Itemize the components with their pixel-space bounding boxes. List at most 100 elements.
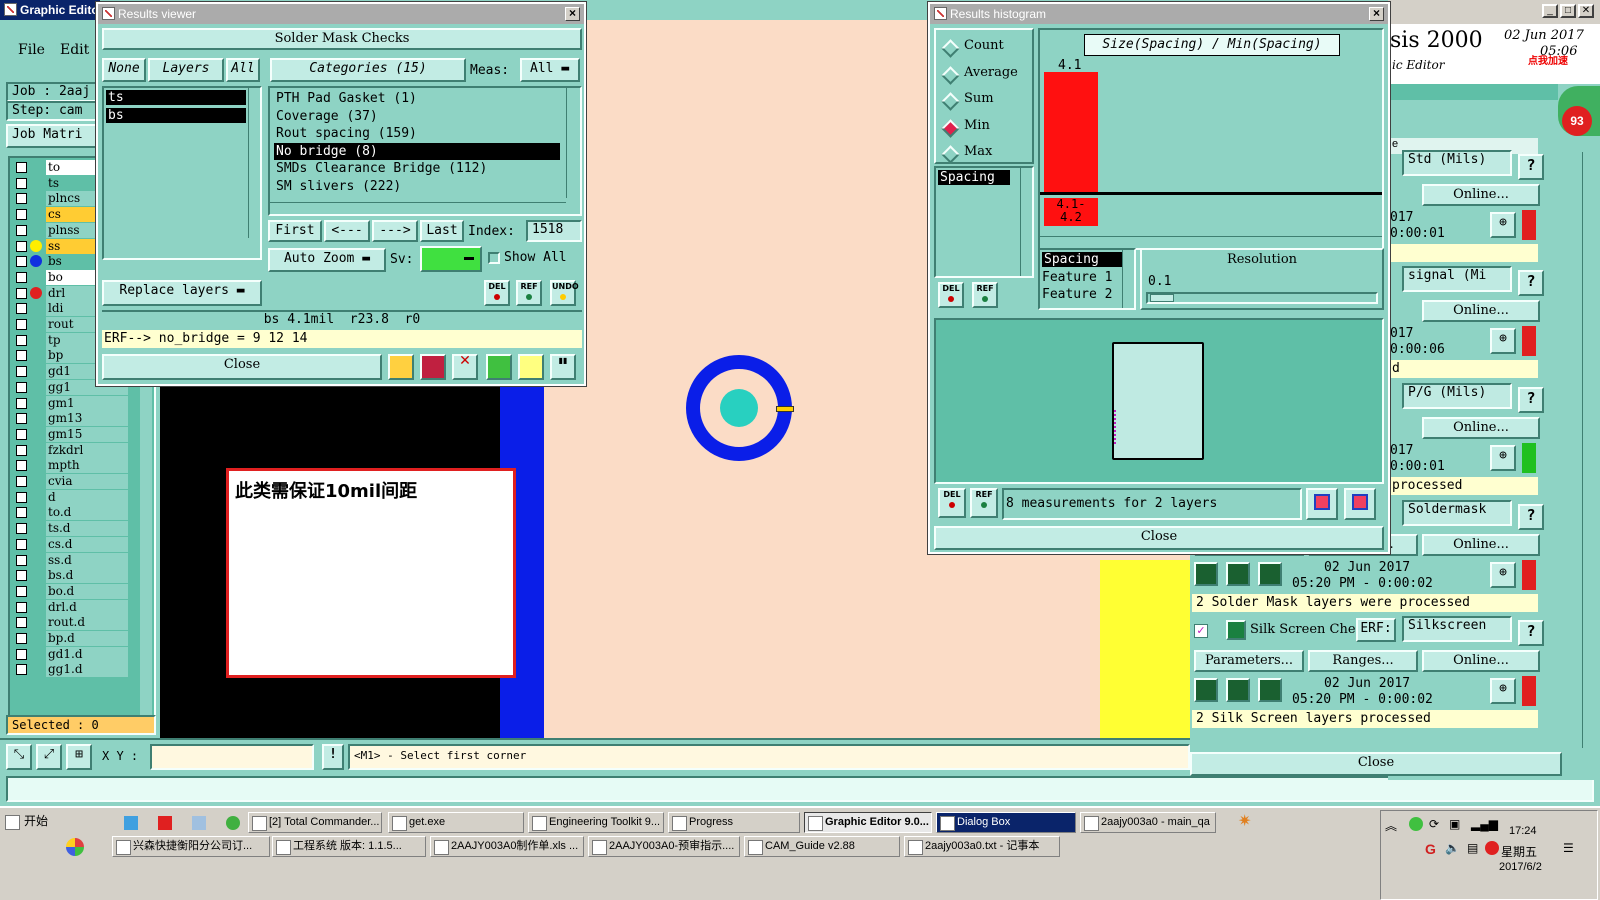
tray-security-icon[interactable] xyxy=(1485,841,1499,855)
layer-checkbox[interactable] xyxy=(16,507,27,519)
taskbar-item[interactable]: 兴森快捷衡阳分公司订... xyxy=(112,836,270,857)
tray-refresh-icon[interactable]: ⟳ xyxy=(1429,817,1439,831)
job-matrix-button[interactable]: Job Matri xyxy=(6,124,100,148)
index-input[interactable]: 1518 xyxy=(526,220,582,242)
layer-row[interactable]: gg1.d xyxy=(12,662,128,678)
layer-checkbox[interactable] xyxy=(16,617,27,629)
tray-network-icon[interactable]: ▤ xyxy=(1467,841,1478,855)
resolution-slider-thumb[interactable] xyxy=(1150,294,1174,302)
close-icon[interactable]: ✕ xyxy=(1578,4,1594,18)
layer-row[interactable]: drl.d xyxy=(12,599,128,615)
zoom-in-icon[interactable]: ⊕ xyxy=(1490,562,1516,588)
auto-zoom-select[interactable]: Auto Zoom ▬ xyxy=(268,248,386,272)
results-viewer-close-button[interactable]: Close xyxy=(102,354,382,380)
preview-reference-icon[interactable]: REF xyxy=(970,488,998,518)
taskbar-item[interactable]: get.exe xyxy=(388,812,524,833)
layer-checkbox[interactable] xyxy=(16,428,27,440)
layer-checkbox[interactable] xyxy=(16,633,27,644)
layer-row[interactable]: ss.d xyxy=(12,552,128,568)
cancel-icon[interactable]: ✕ xyxy=(452,354,478,380)
results-viewer-titlebar[interactable]: Results viewer × xyxy=(98,4,584,24)
stat-radio[interactable] xyxy=(941,65,960,85)
run-icon[interactable] xyxy=(1258,678,1282,702)
minimize-icon[interactable]: _ xyxy=(1542,4,1558,18)
category-item[interactable]: Coverage (37) xyxy=(274,108,560,125)
layer-checkbox[interactable] xyxy=(16,413,27,425)
run-icon[interactable] xyxy=(1226,678,1250,702)
zoom-out-icon[interactable]: ⤢ xyxy=(36,744,62,770)
stat-radio[interactable] xyxy=(941,92,960,111)
layer-checkbox[interactable] xyxy=(16,538,27,550)
category-item[interactable]: SM slivers (222) xyxy=(274,178,560,195)
layer-checkbox[interactable] xyxy=(16,664,27,676)
command-line[interactable] xyxy=(6,776,1594,802)
taskbar-item[interactable]: [2] Total Commander... xyxy=(248,812,382,833)
layer-row[interactable]: bp.d xyxy=(12,631,128,646)
layer-checkbox[interactable] xyxy=(16,162,27,173)
help-button[interactable]: ? xyxy=(1518,504,1544,530)
histogram-titlebar[interactable]: Results histogram × xyxy=(930,4,1388,24)
taskbar-item[interactable]: 2AAJY003A0制作单.xls ... xyxy=(430,836,584,857)
help-button[interactable]: ? xyxy=(1518,270,1544,296)
category-item[interactable]: No bridge (8) xyxy=(274,142,560,160)
histogram-delete-icon[interactable]: DEL xyxy=(938,282,964,308)
layer-row[interactable]: bo.d xyxy=(12,583,128,599)
histogram-list-scrollbar[interactable] xyxy=(1020,168,1032,276)
xy-input[interactable] xyxy=(150,744,314,770)
chart-hscrollbar[interactable] xyxy=(1040,236,1382,248)
category-item[interactable]: Rout spacing (159) xyxy=(274,125,560,142)
menu-file[interactable]: File xyxy=(18,42,45,58)
layer-results-scrollbar[interactable] xyxy=(248,88,260,238)
preview-delete-icon[interactable]: DEL xyxy=(938,488,966,518)
category-item[interactable]: PTH Pad Gasket (1) xyxy=(274,90,560,107)
layer-checkbox[interactable] xyxy=(16,570,27,582)
start-button[interactable]: 开始 xyxy=(2,812,58,833)
help-button[interactable]: ? xyxy=(1518,620,1544,646)
all-layers-button[interactable]: All xyxy=(226,58,260,82)
zoom-in-icon[interactable]: ⊕ xyxy=(1490,328,1516,354)
last-button[interactable]: Last xyxy=(420,220,464,242)
layer-checkbox[interactable] xyxy=(16,444,27,456)
star-icon[interactable]: ✷ xyxy=(1238,814,1256,832)
online-button[interactable]: Online... xyxy=(1422,184,1540,206)
taskbar-item[interactable]: 2aajy003a0 - main_qa xyxy=(1080,812,1216,833)
menu-edit[interactable]: Edit xyxy=(60,42,89,58)
undo-icon[interactable]: UNDO xyxy=(550,280,579,306)
histogram-list-item[interactable]: Spacing xyxy=(938,170,1010,185)
layer-row[interactable]: bs.d xyxy=(12,568,128,584)
layer-checkbox[interactable] xyxy=(16,554,27,566)
sv-color-select[interactable]: ▬ xyxy=(420,246,482,272)
histogram-list[interactable]: Spacing xyxy=(934,166,1034,278)
layer-row[interactable]: gm13 xyxy=(12,411,128,427)
next-button[interactable]: ---> xyxy=(372,220,418,242)
floating-ball[interactable]: 93 xyxy=(1558,86,1600,136)
silk-check-checkbox[interactable]: ✓ xyxy=(1194,624,1208,638)
quicklaunch-network-icon[interactable] xyxy=(124,816,138,830)
feature-item-2[interactable]: Feature 2 xyxy=(1042,287,1112,302)
stat-radio[interactable] xyxy=(941,145,960,164)
layer-checkbox[interactable] xyxy=(16,240,27,252)
first-button[interactable]: First xyxy=(268,220,322,242)
category-item[interactable]: SMDs Clearance Bridge (112) xyxy=(274,160,560,177)
stat-radio[interactable] xyxy=(941,39,960,58)
categories-list[interactable]: PTH Pad Gasket (1) Coverage (37) Rout spac… xyxy=(268,86,582,216)
quicklaunch-calc-icon[interactable] xyxy=(192,816,206,830)
taskbar-item[interactable]: CAM_Guide v2.88 xyxy=(744,836,900,857)
layer-row[interactable]: rout.d xyxy=(12,615,128,631)
taskbar-item[interactable]: Progress xyxy=(668,812,800,833)
run-icon[interactable] xyxy=(1194,562,1218,586)
run-icon[interactable] xyxy=(1226,562,1250,586)
maximize-icon[interactable]: □ xyxy=(1560,4,1576,18)
layer-row[interactable]: gd1.d xyxy=(12,646,128,662)
taskbar-item[interactable]: 2AAJY003A0-预审指示.... xyxy=(588,836,740,857)
result-layer-ts[interactable]: ts xyxy=(106,90,246,105)
layer-row[interactable]: gm1 xyxy=(12,395,128,411)
erf-select[interactable]: Std (Mils) xyxy=(1402,150,1512,176)
layer-checkbox[interactable] xyxy=(16,381,27,393)
layer-checkbox[interactable] xyxy=(16,256,27,268)
ranges-button[interactable]: Ranges... xyxy=(1308,650,1418,672)
tray-device-icon[interactable]: ▣ xyxy=(1449,817,1460,831)
tray-menu-icon[interactable]: ☰ xyxy=(1563,841,1574,855)
zoom-in-icon[interactable]: ⤡ xyxy=(6,744,32,770)
quicklaunch-browser-icon[interactable] xyxy=(226,816,240,830)
